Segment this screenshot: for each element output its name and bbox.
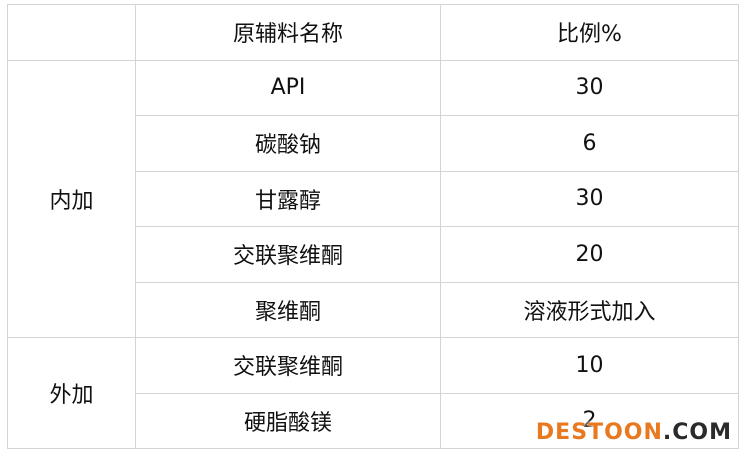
watermark-logo: DESTOON.COM	[536, 420, 732, 445]
ingredient-name-cell: 碳酸钠	[135, 115, 441, 172]
ingredient-name-cell: 聚维酮	[135, 281, 441, 338]
formulation-table: 原辅料名称 比例% 内加 API 30 碳酸钠 6 甘露醇 30 交联聚维酮 2…	[7, 4, 739, 449]
group-label-internal: 内加	[7, 59, 136, 338]
ingredient-ratio-cell: 20	[440, 226, 739, 283]
ingredient-ratio-cell: 30	[440, 59, 739, 116]
ingredient-name-cell: 交联聚维酮	[135, 337, 441, 394]
table-row: 内加 API 30	[7, 59, 739, 338]
watermark-part2: .COM	[662, 420, 732, 445]
header-ratio-cell: 比例%	[440, 4, 739, 61]
group-label-external: 外加	[7, 337, 136, 449]
ingredient-name-cell: 交联聚维酮	[135, 226, 441, 283]
header-name-cell: 原辅料名称	[135, 4, 441, 61]
ingredient-ratio-cell: 10	[440, 337, 739, 394]
ingredient-name-cell: 硬脂酸镁	[135, 392, 441, 449]
ingredient-name-cell: 甘露醇	[135, 170, 441, 227]
header-group-cell	[7, 4, 136, 61]
ingredient-ratio-cell: 6	[440, 115, 739, 172]
ingredient-ratio-cell: 溶液形式加入	[440, 281, 739, 338]
watermark-part1: DESTOON	[535, 420, 663, 445]
table-header-row: 原辅料名称 比例%	[7, 4, 739, 61]
ingredient-ratio-cell: 30	[440, 170, 739, 227]
table-row: 外加 交联聚维酮 10	[7, 337, 739, 449]
ingredient-name-cell: API	[135, 59, 441, 116]
